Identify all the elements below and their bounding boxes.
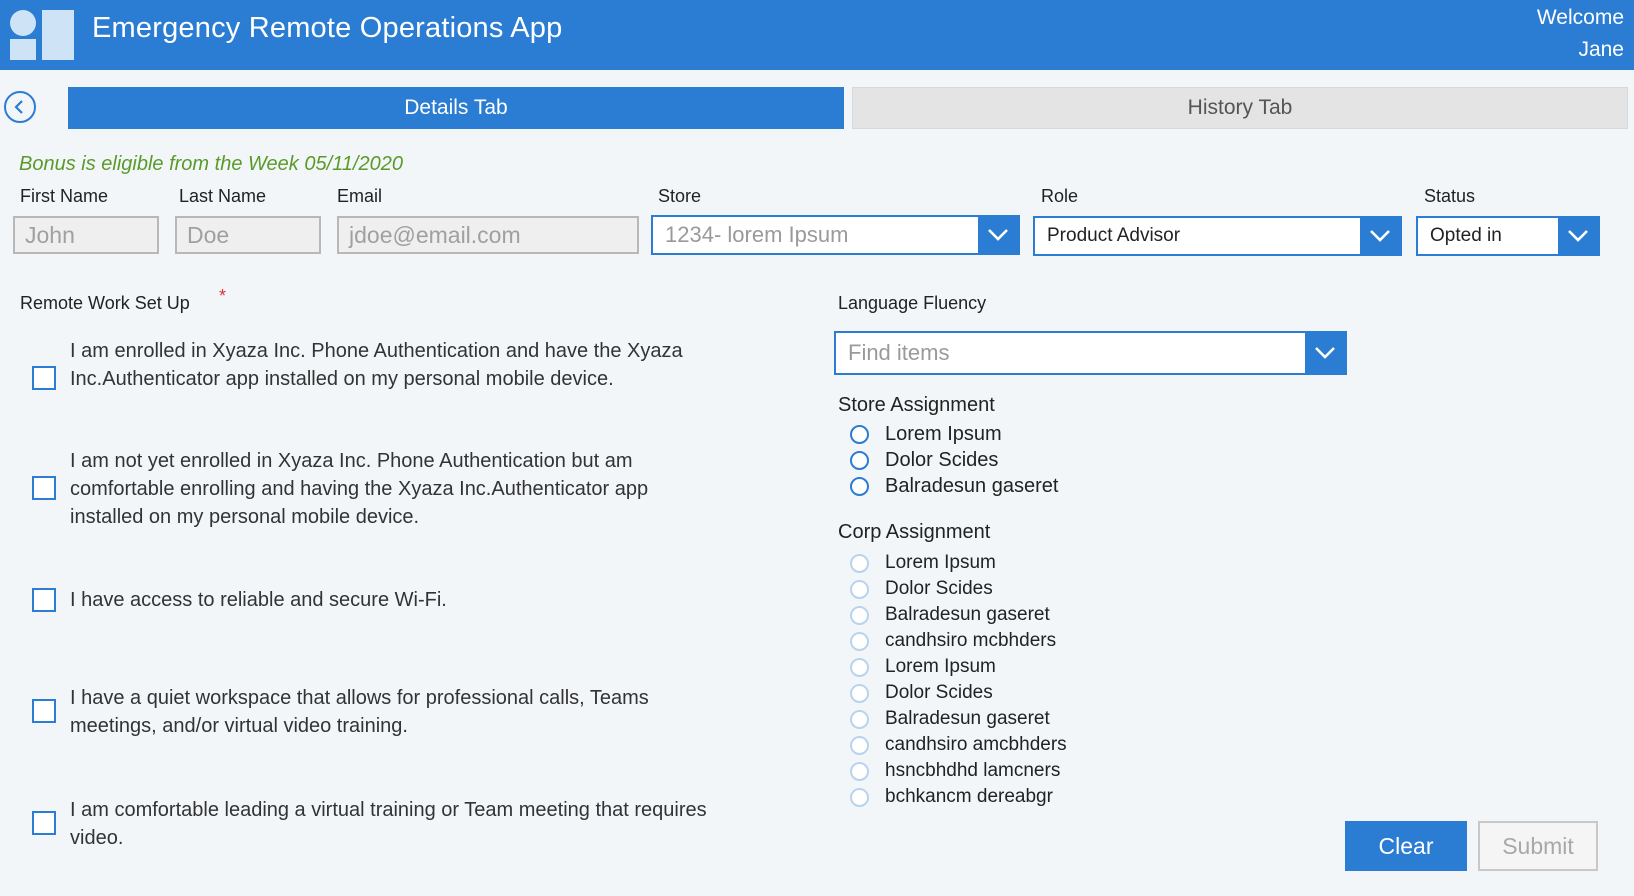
app-logo-icon [10, 10, 74, 60]
radio-option-label: Dolor Scides [885, 682, 993, 703]
clear-button[interactable]: Clear [1345, 821, 1467, 871]
remote-setup-checkbox[interactable] [32, 699, 56, 723]
remote-setup-option-label: I have a quiet workspace that allows for… [70, 687, 649, 737]
app-title: Emergency Remote Operations App [92, 12, 563, 44]
radio-button[interactable] [850, 709, 869, 729]
chevron-down-icon [1558, 218, 1598, 254]
radio-button[interactable] [850, 450, 869, 470]
store-assignment-label: Store Assignment [838, 394, 995, 416]
store-label: Store [658, 186, 702, 206]
radio-button[interactable] [850, 476, 869, 496]
corp-assignment-option[interactable]: Dolor Scides [850, 680, 993, 706]
radio-button[interactable] [850, 761, 869, 781]
radio-option-label: Lorem Ipsum [885, 656, 996, 677]
language-fluency-combobox[interactable]: Find items [834, 331, 1347, 375]
remote-setup-option-label: I am not yet enrolled in Xyaza Inc. Phon… [70, 450, 649, 528]
email-label: Email [337, 186, 383, 206]
status-dropdown[interactable]: Opted in [1416, 216, 1600, 256]
radio-option-label: bchkancm dereabgr [885, 786, 1053, 807]
email-field[interactable]: jdoe@email.com [337, 216, 639, 254]
chevron-down-icon [1305, 333, 1345, 373]
remote-setup-option-label: I am enrolled in Xyaza Inc. Phone Authen… [70, 340, 683, 390]
radio-option-label: Lorem Ipsum [885, 552, 996, 573]
tab-history[interactable]: History Tab [852, 87, 1628, 129]
radio-option-label: Lorem Ipsum [885, 422, 1002, 445]
bonus-eligibility-message: Bonus is eligible from the Week 05/11/20… [19, 153, 403, 175]
radio-button[interactable] [850, 787, 869, 807]
radio-option-label: Balradesun gaseret [885, 604, 1050, 625]
radio-option-label: Balradesun gaseret [885, 708, 1050, 729]
radio-option-label: Dolor Scides [885, 578, 993, 599]
store-dropdown-value: 1234- lorem Ipsum [665, 222, 849, 247]
remote-setup-option-label: I have access to reliable and secure Wi-… [70, 589, 447, 611]
remote-setup-checkbox[interactable] [32, 588, 56, 612]
welcome-user: Welcome Jane [1537, 2, 1624, 66]
radio-button[interactable] [850, 657, 869, 677]
radio-option-label: candhsiro mcbhders [885, 630, 1057, 651]
chevron-down-icon [978, 217, 1018, 253]
radio-button[interactable] [850, 683, 869, 703]
radio-button[interactable] [850, 631, 869, 651]
remote-setup-checkbox[interactable] [32, 811, 56, 835]
required-marker: * [219, 286, 227, 306]
last-name-label: Last Name [179, 186, 267, 206]
store-dropdown[interactable]: 1234- lorem Ipsum [651, 215, 1020, 255]
status-label: Status [1424, 186, 1476, 206]
role-label: Role [1041, 186, 1079, 206]
corp-assignment-option[interactable]: Lorem Ipsum [850, 654, 996, 680]
tab-details[interactable]: Details Tab [68, 87, 844, 129]
radio-option-label: Dolor Scides [885, 448, 999, 471]
radio-option-label: hsncbhdhd lamcners [885, 760, 1061, 781]
remote-setup-checkbox[interactable] [32, 366, 56, 390]
radio-button[interactable] [850, 424, 869, 444]
remote-setup-checkbox[interactable] [32, 476, 56, 500]
back-button[interactable] [4, 91, 36, 123]
store-assignment-option[interactable]: Dolor Scides [850, 447, 998, 473]
corp-assignment-option[interactable]: Balradesun gaseret [850, 602, 1050, 628]
radio-button[interactable] [850, 553, 869, 573]
corp-assignment-label: Corp Assignment [838, 521, 991, 543]
corp-assignment-option[interactable]: bchkancm dereabgr [850, 784, 1053, 810]
corp-assignment-option[interactable]: Dolor Scides [850, 576, 993, 602]
first-name-label: First Name [20, 186, 109, 206]
submit-button[interactable]: Submit [1478, 821, 1598, 871]
corp-assignment-option[interactable]: Balradesun gaseret [850, 706, 1050, 732]
user-name: Jane [1578, 38, 1624, 61]
first-name-field[interactable]: John [13, 216, 159, 254]
corp-assignment-option[interactable]: candhsiro mcbhders [850, 628, 1056, 654]
store-assignment-option[interactable]: Balradesun gaseret [850, 473, 1058, 499]
radio-button[interactable] [850, 579, 869, 599]
language-fluency-placeholder: Find items [848, 340, 950, 365]
radio-button[interactable] [850, 735, 869, 755]
corp-assignment-option[interactable]: candhsiro amcbhders [850, 732, 1067, 758]
remote-work-setup-label: Remote Work Set Up [20, 293, 190, 313]
radio-option-label: Balradesun gaseret [885, 474, 1059, 497]
app-header: Emergency Remote Operations App Welcome … [0, 0, 1634, 70]
chevron-down-icon [1360, 218, 1400, 254]
role-dropdown-value: Product Advisor [1047, 225, 1181, 246]
last-name-field[interactable]: Doe [175, 216, 321, 254]
corp-assignment-option[interactable]: hsncbhdhd lamcners [850, 758, 1060, 784]
corp-assignment-option[interactable]: Lorem Ipsum [850, 550, 996, 576]
status-dropdown-value: Opted in [1430, 225, 1502, 246]
welcome-label: Welcome [1536, 6, 1624, 29]
language-fluency-label: Language Fluency [838, 293, 987, 313]
radio-option-label: candhsiro amcbhders [885, 734, 1067, 755]
chevron-left-icon [14, 100, 23, 114]
radio-button[interactable] [850, 605, 869, 625]
store-assignment-option[interactable]: Lorem Ipsum [850, 421, 1002, 447]
role-dropdown[interactable]: Product Advisor [1033, 216, 1402, 256]
remote-setup-option-label: I am comfortable leading a virtual train… [70, 799, 707, 849]
